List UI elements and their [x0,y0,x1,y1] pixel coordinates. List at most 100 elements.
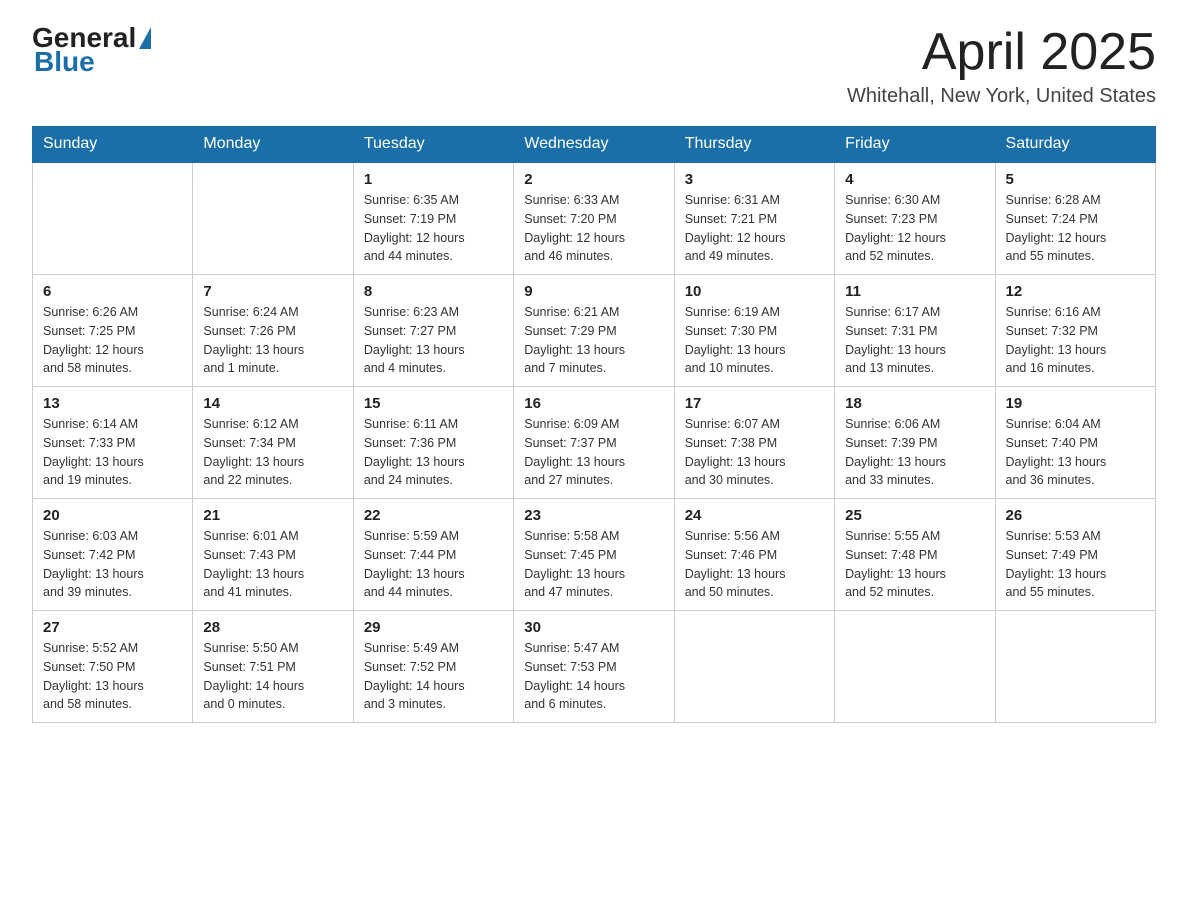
col-header-monday: Monday [193,127,353,163]
calendar-cell: 22Sunrise: 5:59 AM Sunset: 7:44 PM Dayli… [353,499,513,611]
calendar-week-1: 1 Sunrise: 6:35 AM Sunset: 7:19 PM Daylig… [33,162,1156,275]
calendar-cell: 14 Sunrise: 6:12 AM Sunset: 7:34 PM Dayli… [193,387,353,499]
day-info: Sunrise: 5:59 AM Sunset: 7:44 PM Dayligh… [364,527,503,602]
calendar-cell: 20 Sunrise: 6:03 AM Sunset: 7:42 PM Dayli… [33,499,193,611]
day-number: 4 [845,171,984,188]
calendar-week-3: 13 Sunrise: 6:14 AM Sunset: 7:33 PM Dayli… [33,387,1156,499]
day-info: Sunrise: 5:58 AM Sunset: 7:45 PM Dayligh… [524,527,663,602]
logo-blue-text: Blue [34,48,152,76]
day-info: Sunrise: 5:52 AM Sunset: 7:50 PM Dayligh… [43,639,182,714]
day-info: Sunrise: 6:14 AM Sunset: 7:33 PM Dayligh… [43,415,182,490]
day-info: Sunrise: 6:01 AM Sunset: 7:43 PM Dayligh… [203,527,342,602]
day-info: Sunrise: 6:24 AM Sunset: 7:26 PM Dayligh… [203,303,342,378]
day-info: Sunrise: 6:19 AM Sunset: 7:30 PM Dayligh… [685,303,824,378]
day-number: 17 [685,395,824,412]
day-number: 16 [524,395,663,412]
day-number: 3 [685,171,824,188]
calendar-cell: 3 Sunrise: 6:31 AM Sunset: 7:21 PM Daylig… [674,162,834,275]
col-header-saturday: Saturday [995,127,1155,163]
day-info: Sunrise: 6:35 AM Sunset: 7:19 PM Dayligh… [364,191,503,266]
calendar-cell: 25 Sunrise: 5:55 AM Sunset: 7:48 PM Dayli… [835,499,995,611]
day-info: Sunrise: 6:03 AM Sunset: 7:42 PM Dayligh… [43,527,182,602]
calendar-cell [674,611,834,723]
calendar-cell: 11 Sunrise: 6:17 AM Sunset: 7:31 PM Dayli… [835,275,995,387]
calendar-cell: 13 Sunrise: 6:14 AM Sunset: 7:33 PM Dayli… [33,387,193,499]
day-number: 1 [364,171,503,188]
day-info: Sunrise: 6:30 AM Sunset: 7:23 PM Dayligh… [845,191,984,266]
calendar-cell: 4 Sunrise: 6:30 AM Sunset: 7:23 PM Daylig… [835,162,995,275]
calendar-cell: 30 Sunrise: 5:47 AM Sunset: 7:53 PM Dayli… [514,611,674,723]
col-header-friday: Friday [835,127,995,163]
calendar-cell: 5 Sunrise: 6:28 AM Sunset: 7:24 PM Daylig… [995,162,1155,275]
calendar-cell: 12Sunrise: 6:16 AM Sunset: 7:32 PM Dayli… [995,275,1155,387]
calendar-cell [33,162,193,275]
calendar-cell: 27Sunrise: 5:52 AM Sunset: 7:50 PM Dayli… [33,611,193,723]
calendar-cell: 16 Sunrise: 6:09 AM Sunset: 7:37 PM Dayli… [514,387,674,499]
day-number: 28 [203,619,342,636]
day-number: 20 [43,507,182,524]
day-number: 25 [845,507,984,524]
day-number: 29 [364,619,503,636]
day-info: Sunrise: 6:28 AM Sunset: 7:24 PM Dayligh… [1006,191,1145,266]
calendar-cell: 6Sunrise: 6:26 AM Sunset: 7:25 PM Daylig… [33,275,193,387]
calendar-cell [193,162,353,275]
day-info: Sunrise: 6:33 AM Sunset: 7:20 PM Dayligh… [524,191,663,266]
day-info: Sunrise: 6:11 AM Sunset: 7:36 PM Dayligh… [364,415,503,490]
calendar-cell: 29 Sunrise: 5:49 AM Sunset: 7:52 PM Dayli… [353,611,513,723]
calendar-cell: 8 Sunrise: 6:23 AM Sunset: 7:27 PM Daylig… [353,275,513,387]
day-number: 26 [1006,507,1145,524]
calendar-cell: 10Sunrise: 6:19 AM Sunset: 7:30 PM Dayli… [674,275,834,387]
month-title: April 2025 [847,24,1156,81]
day-info: Sunrise: 6:23 AM Sunset: 7:27 PM Dayligh… [364,303,503,378]
day-info: Sunrise: 5:47 AM Sunset: 7:53 PM Dayligh… [524,639,663,714]
day-info: Sunrise: 5:55 AM Sunset: 7:48 PM Dayligh… [845,527,984,602]
calendar-table: SundayMondayTuesdayWednesdayThursdayFrid… [32,126,1156,723]
day-info: Sunrise: 6:09 AM Sunset: 7:37 PM Dayligh… [524,415,663,490]
day-number: 24 [685,507,824,524]
calendar-cell: 2 Sunrise: 6:33 AM Sunset: 7:20 PM Daylig… [514,162,674,275]
day-number: 19 [1006,395,1145,412]
day-number: 11 [845,283,984,300]
calendar-cell: 24Sunrise: 5:56 AM Sunset: 7:46 PM Dayli… [674,499,834,611]
col-header-thursday: Thursday [674,127,834,163]
day-info: Sunrise: 6:12 AM Sunset: 7:34 PM Dayligh… [203,415,342,490]
calendar-cell: 23 Sunrise: 5:58 AM Sunset: 7:45 PM Dayli… [514,499,674,611]
day-info: Sunrise: 5:53 AM Sunset: 7:49 PM Dayligh… [1006,527,1145,602]
day-info: Sunrise: 6:31 AM Sunset: 7:21 PM Dayligh… [685,191,824,266]
day-number: 7 [203,283,342,300]
page-header: General Blue April 2025 Whitehall, New Y… [32,24,1156,108]
day-info: Sunrise: 6:16 AM Sunset: 7:32 PM Dayligh… [1006,303,1145,378]
calendar-cell: 18 Sunrise: 6:06 AM Sunset: 7:39 PM Dayli… [835,387,995,499]
location-title: Whitehall, New York, United States [847,85,1156,108]
calendar-week-5: 27Sunrise: 5:52 AM Sunset: 7:50 PM Dayli… [33,611,1156,723]
calendar-cell: 17 Sunrise: 6:07 AM Sunset: 7:38 PM Dayli… [674,387,834,499]
day-info: Sunrise: 6:26 AM Sunset: 7:25 PM Dayligh… [43,303,182,378]
col-header-sunday: Sunday [33,127,193,163]
calendar-cell: 26 Sunrise: 5:53 AM Sunset: 7:49 PM Dayli… [995,499,1155,611]
day-info: Sunrise: 6:06 AM Sunset: 7:39 PM Dayligh… [845,415,984,490]
day-number: 14 [203,395,342,412]
day-info: Sunrise: 5:50 AM Sunset: 7:51 PM Dayligh… [203,639,342,714]
day-number: 13 [43,395,182,412]
day-number: 8 [364,283,503,300]
day-info: Sunrise: 5:49 AM Sunset: 7:52 PM Dayligh… [364,639,503,714]
calendar-cell: 28 Sunrise: 5:50 AM Sunset: 7:51 PM Dayli… [193,611,353,723]
logo[interactable]: General Blue [32,24,152,76]
calendar-cell [995,611,1155,723]
calendar-cell: 15 Sunrise: 6:11 AM Sunset: 7:36 PM Dayli… [353,387,513,499]
day-number: 15 [364,395,503,412]
calendar-cell [835,611,995,723]
day-number: 9 [524,283,663,300]
calendar-cell: 21 Sunrise: 6:01 AM Sunset: 7:43 PM Dayli… [193,499,353,611]
day-number: 2 [524,171,663,188]
day-number: 23 [524,507,663,524]
day-info: Sunrise: 6:17 AM Sunset: 7:31 PM Dayligh… [845,303,984,378]
day-info: Sunrise: 6:07 AM Sunset: 7:38 PM Dayligh… [685,415,824,490]
title-block: April 2025 Whitehall, New York, United S… [847,24,1156,108]
day-number: 18 [845,395,984,412]
calendar-cell: 9Sunrise: 6:21 AM Sunset: 7:29 PM Daylig… [514,275,674,387]
day-number: 5 [1006,171,1145,188]
calendar-cell: 7 Sunrise: 6:24 AM Sunset: 7:26 PM Daylig… [193,275,353,387]
day-number: 21 [203,507,342,524]
day-number: 30 [524,619,663,636]
